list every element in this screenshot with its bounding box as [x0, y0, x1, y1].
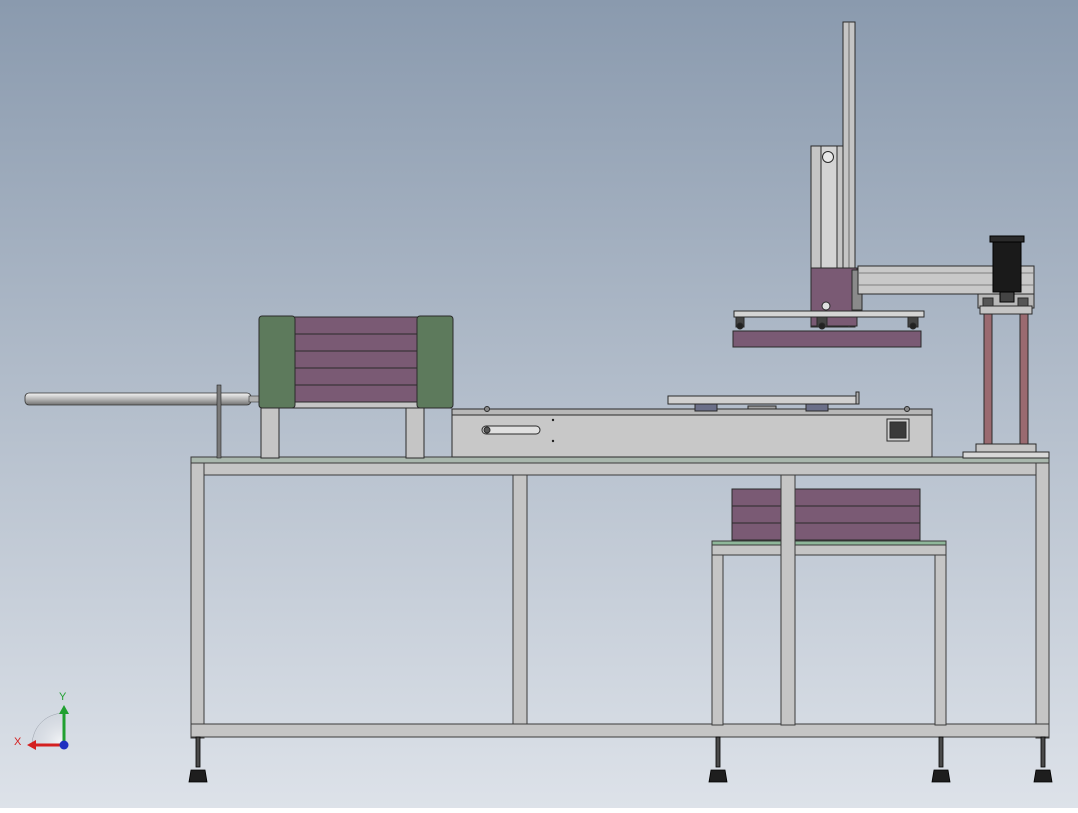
- conveyor-slot: [481, 425, 541, 435]
- table-leg-middle: [512, 474, 528, 726]
- servo-motor: [989, 235, 1025, 303]
- table-leg-left: [190, 462, 205, 739]
- triad-x-label: X: [14, 736, 22, 748]
- subframe-top-plate: [711, 540, 947, 546]
- lower-tray-stack: [731, 488, 921, 541]
- magazine-guard-right: [416, 315, 454, 409]
- carrier-block-left: [694, 403, 718, 412]
- rod-post: [216, 384, 222, 459]
- magazine-guard-left: [258, 315, 296, 409]
- cad-viewport[interactable]: Y X: [0, 0, 1078, 808]
- gripper-frame: [733, 310, 925, 318]
- cad-drawing: Y X: [0, 0, 1078, 808]
- picked-tray: [732, 330, 922, 348]
- conveyor-body: [451, 414, 933, 458]
- subframe-leg-left: [711, 554, 724, 726]
- table-leg-inner-front: [780, 474, 796, 726]
- subframe-top-beam: [711, 544, 947, 556]
- table-top-plate: [190, 456, 1050, 464]
- table-leg-right: [1035, 462, 1050, 739]
- push-rod-tip: [248, 395, 260, 403]
- magazine-leg-right: [405, 404, 425, 459]
- triad-z-axis: [59, 740, 69, 750]
- carrier-plate: [667, 395, 859, 405]
- subframe-leg-right: [934, 554, 947, 726]
- table-top-beam: [190, 462, 1050, 476]
- table-bottom-beam: [190, 723, 1050, 738]
- conveyor-top-rail: [451, 408, 933, 416]
- magazine-leg-left: [260, 404, 280, 459]
- triad-y-label: Y: [59, 691, 67, 703]
- carrier-block-right: [805, 403, 829, 412]
